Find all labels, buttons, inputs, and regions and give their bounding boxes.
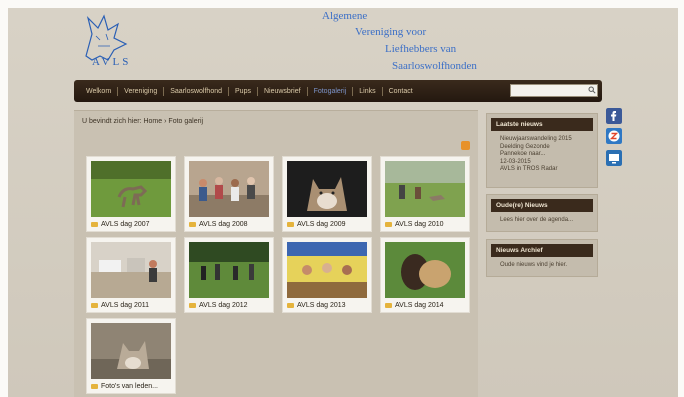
gallery-card-2014[interactable]: AVLS dag 2014	[380, 237, 470, 313]
rss-feed-icon[interactable]	[461, 141, 470, 150]
card-label[interactable]: AVLS dag 2011	[91, 302, 149, 309]
news-item[interactable]: Deelding Gezonde	[500, 144, 587, 152]
breadcrumb: U bevindt zich hier: Home › Foto galerij	[82, 118, 203, 125]
z-circle-icon[interactable]	[606, 128, 622, 144]
tagline-line-4: Saarloswolfhonden	[392, 60, 477, 72]
nav-item-links[interactable]: Links	[353, 86, 383, 96]
search-input[interactable]	[510, 84, 598, 97]
logo-text: AVLS	[92, 56, 132, 68]
news-archive-title: Nieuws Archief	[491, 244, 593, 257]
main-navigation: Welkom Vereniging Saarloswolfhond Pups N…	[74, 80, 602, 102]
gallery-card-2012[interactable]: AVLS dag 2012	[184, 237, 274, 313]
card-label[interactable]: AVLS dag 2010	[385, 221, 444, 228]
thumb-wolfdog-portrait[interactable]	[287, 161, 367, 217]
card-label[interactable]: AVLS dag 2013	[287, 302, 346, 309]
card-label[interactable]: AVLS dag 2008	[189, 221, 248, 228]
news-item[interactable]: Lees hier over de agenda...	[500, 217, 587, 225]
breadcrumb-current: Foto galerij	[168, 118, 204, 125]
gallery-card-2011[interactable]: AVLS dag 2011	[86, 237, 176, 313]
gallery-card-2007[interactable]: AVLS dag 2007	[86, 156, 176, 232]
news-item[interactable]: AVLS in TROS Radar	[500, 166, 587, 174]
tagline-line-2: Vereniging voor	[355, 26, 427, 38]
card-label[interactable]: AVLS dag 2014	[385, 302, 444, 309]
nav-item-fotogalerij[interactable]: Fotogalerij	[308, 86, 354, 96]
latest-news-title: Laatste nieuws	[491, 118, 593, 131]
search-icon[interactable]	[588, 86, 596, 94]
folder-icon	[189, 303, 196, 308]
folder-icon	[91, 384, 98, 389]
folder-icon	[385, 222, 392, 227]
card-label[interactable]: Foto's van leden...	[91, 383, 158, 390]
folder-icon	[91, 303, 98, 308]
display-icon[interactable]	[606, 150, 622, 166]
folder-icon	[287, 222, 294, 227]
news-item[interactable]: 12-03-2015	[500, 159, 587, 167]
gallery-card-2013[interactable]: AVLS dag 2013	[282, 237, 372, 313]
latest-news-box: Laatste nieuws Nieuwjaarswandeling 2015 …	[486, 113, 598, 188]
thumb-person-hugging-dog[interactable]	[385, 242, 465, 298]
news-archive-box: Nieuws Archief Oude nieuws vind je hier.	[486, 239, 598, 277]
news-item[interactable]: Nieuwjaarswandeling 2015	[500, 136, 587, 144]
thumb-indoor-table[interactable]	[91, 242, 171, 298]
folder-icon	[287, 303, 294, 308]
folder-icon	[91, 222, 98, 227]
latest-news-list: Nieuwjaarswandeling 2015 Deelding Gezond…	[487, 131, 597, 178]
breadcrumb-separator: ›	[164, 118, 167, 125]
card-label[interactable]: AVLS dag 2012	[189, 302, 248, 309]
older-news-title: Oude(re) Nieuws	[491, 199, 593, 212]
nav-item-pups[interactable]: Pups	[229, 86, 258, 96]
thumb-people-with-dogs[interactable]	[189, 161, 269, 217]
nav-item-contact[interactable]: Contact	[383, 87, 419, 96]
news-archive-list: Oude nieuws vind je hier.	[487, 257, 597, 274]
folder-icon	[189, 222, 196, 227]
news-item[interactable]: Oude nieuws vind je hier.	[500, 262, 587, 270]
card-label[interactable]: AVLS dag 2007	[91, 221, 150, 228]
breadcrumb-prefix: U bevindt zich hier:	[82, 118, 142, 125]
nav-item-saarloswolfhond[interactable]: Saarloswolfhond	[164, 86, 230, 96]
older-news-box: Oude(re) Nieuws Lees hier over de agenda…	[486, 194, 598, 232]
gallery-card-members[interactable]: Foto's van leden...	[86, 318, 176, 394]
tagline-line-3: Liefhebbers van	[385, 43, 457, 55]
thumb-wolfdog-on-rocks[interactable]	[91, 323, 171, 379]
gallery-card-2010[interactable]: AVLS dag 2010	[380, 156, 470, 232]
news-item[interactable]: Pannekoe naar...	[500, 151, 587, 159]
thumb-people-in-park[interactable]	[189, 242, 269, 298]
thumb-dog-on-grass[interactable]	[91, 161, 171, 217]
folder-icon	[385, 303, 392, 308]
thumb-tent-gathering[interactable]	[287, 242, 367, 298]
gallery-card-2008[interactable]: AVLS dag 2008	[184, 156, 274, 232]
card-label[interactable]: AVLS dag 2009	[287, 221, 346, 228]
nav-item-nieuwsbrief[interactable]: Nieuwsbrief	[258, 86, 308, 96]
nav-item-welkom[interactable]: Welkom	[80, 86, 119, 96]
older-news-list: Lees hier over de agenda...	[487, 212, 597, 229]
nav-item-vereniging[interactable]: Vereniging	[118, 86, 165, 96]
tagline-line-1: Algemene	[322, 10, 368, 22]
gallery-card-2009[interactable]: AVLS dag 2009	[282, 156, 372, 232]
facebook-icon[interactable]	[606, 108, 622, 124]
breadcrumb-home-link[interactable]: Home	[143, 118, 162, 125]
main-content: U bevindt zich hier: Home › Foto galerij…	[74, 110, 478, 397]
thumb-dogs-on-field[interactable]	[385, 161, 465, 217]
